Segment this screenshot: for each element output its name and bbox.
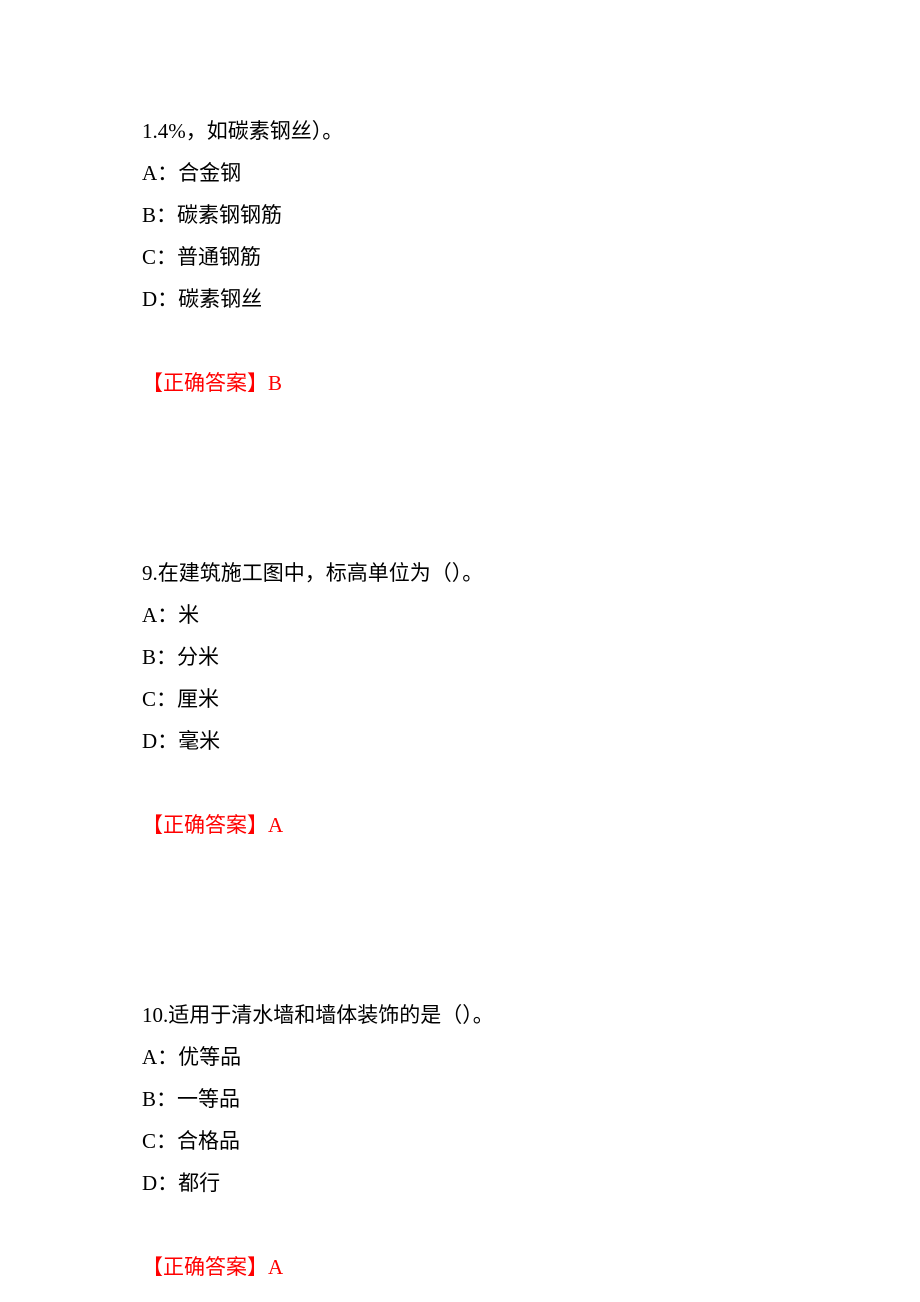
option-d: D：都行 [142,1162,800,1204]
answer-value: B [268,371,282,395]
answer-label: 【正确答案】 [142,813,268,837]
question-block-3: 10.适用于清水墙和墙体装饰的是（）。 A：优等品 B：一等品 C：合格品 D：… [142,994,800,1288]
option-a: A：优等品 [142,1036,800,1078]
option-c: C：普通钢筋 [142,236,800,278]
answer-value: A [268,1255,283,1279]
option-b: B：分米 [142,636,800,678]
option-b: B：碳素钢钢筋 [142,194,800,236]
question-stem: 10.适用于清水墙和墙体装饰的是（）。 [142,994,800,1036]
option-a: A：合金钢 [142,152,800,194]
answer-value: A [268,813,283,837]
question-stem: 9.在建筑施工图中，标高单位为（）。 [142,552,800,594]
answer-label: 【正确答案】 [142,1255,268,1279]
option-c: C：合格品 [142,1120,800,1162]
option-b: B：一等品 [142,1078,800,1120]
option-c: C：厘米 [142,678,800,720]
option-a: A：米 [142,594,800,636]
option-d: D：毫米 [142,720,800,762]
question-stem: 1.4%，如碳素钢丝）。 [142,110,800,152]
option-d: D：碳素钢丝 [142,278,800,320]
correct-answer: 【正确答案】B [142,362,800,404]
answer-label: 【正确答案】 [142,371,268,395]
correct-answer: 【正确答案】A [142,1246,800,1288]
question-block-1: 1.4%，如碳素钢丝）。 A：合金钢 B：碳素钢钢筋 C：普通钢筋 D：碳素钢丝… [142,110,800,404]
correct-answer: 【正确答案】A [142,804,800,846]
question-block-2: 9.在建筑施工图中，标高单位为（）。 A：米 B：分米 C：厘米 D：毫米 【正… [142,552,800,846]
